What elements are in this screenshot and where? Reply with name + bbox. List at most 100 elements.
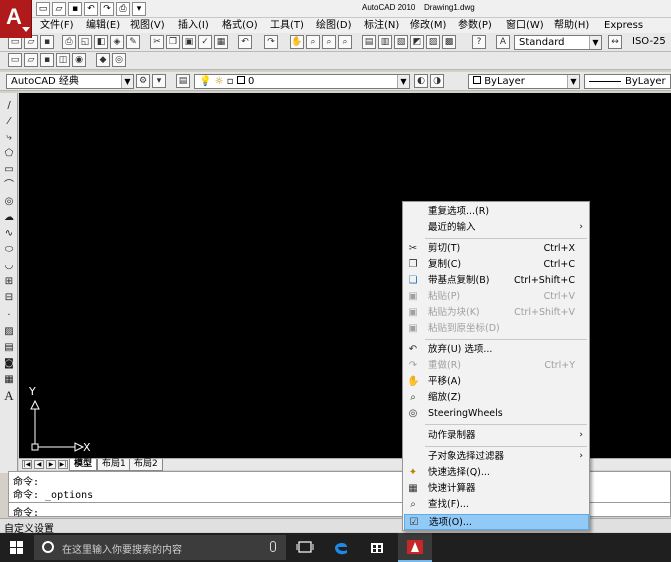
save-icon[interactable]: ▪ [68,2,82,16]
command-prompt-input[interactable]: 命令: [13,504,39,519]
ellipse-icon[interactable]: ⬭ [2,243,16,257]
ellipse-arc-icon[interactable]: ◡ [2,259,16,273]
menu-item-subobject-filter[interactable]: 子对象选择过滤器 › [404,449,589,465]
redo-icon[interactable]: ↷ [264,35,278,49]
menu-format[interactable]: 格式(O) [222,19,258,32]
match-properties-icon[interactable]: ✓ [198,35,212,49]
menu-item-paste-original-coords[interactable]: ▣ 粘贴到原坐标(D) [404,321,589,337]
circle-icon[interactable]: ◎ [2,195,16,209]
line-icon[interactable]: / [2,99,16,113]
save-as-icon[interactable]: ◫ [56,53,70,67]
dropdown-icon[interactable]: ▾ [132,2,146,16]
taskbar-autocad-button[interactable] [398,533,432,562]
construction-line-icon[interactable]: ⁄ [2,115,16,129]
first-tab-icon[interactable]: |◀ [22,460,32,469]
print-icon[interactable]: ⎙ [116,2,130,16]
menu-item-quick-select[interactable]: ✦ 快速选择(Q)... [404,465,589,481]
workspace-select[interactable]: AutoCAD 经典 ▼ [6,74,134,89]
table-icon[interactable]: ▦ [2,373,16,387]
microphone-icon[interactable] [270,541,276,552]
text-style-icon[interactable]: A [496,35,510,49]
zoom-previous-icon[interactable]: ⌕ [338,35,352,49]
3d-orbit-icon[interactable]: ◎ [112,53,126,67]
store-icon[interactable] [368,538,386,556]
tab-layout1[interactable]: 布局1 [97,459,131,471]
open-icon[interactable]: ▱ [52,2,66,16]
camera-icon[interactable]: ◉ [72,53,86,67]
tab-model[interactable]: 模型 [69,459,98,471]
sheet-set-icon[interactable]: ◩ [410,35,424,49]
menu-item-cut[interactable]: ✂ 剪切(T) Ctrl+X [404,241,589,257]
layer-properties-icon[interactable]: ▤ [176,74,190,88]
menu-item-find[interactable]: ⌕ 查找(F)... [404,497,589,513]
menu-item-steeringwheels[interactable]: ◎ SteeringWheels [404,406,589,422]
markup-icon[interactable]: ▨ [426,35,440,49]
make-current-layer-icon[interactable]: ◐ [414,74,428,88]
design-center-icon[interactable]: ▥ [378,35,392,49]
gradient-icon[interactable]: ▤ [2,341,16,355]
menu-edit[interactable]: 编辑(E) [86,19,120,32]
menu-item-recent-input[interactable]: 最近的输入 › [404,220,589,236]
3d-dwf-icon[interactable]: ◈ [110,35,124,49]
menu-parametric[interactable]: 参数(P) [458,19,492,32]
undo-icon[interactable]: ↶ [84,2,98,16]
windows-start-icon[interactable] [10,541,24,555]
new-icon[interactable]: ▭ [36,2,50,16]
help-icon[interactable]: ? [472,35,486,49]
save-icon[interactable]: ▪ [40,35,54,49]
last-tab-icon[interactable]: ▶| [58,460,68,469]
menu-express[interactable]: Express [604,19,643,32]
save-icon[interactable]: ▪ [40,53,54,67]
next-tab-icon[interactable]: ▶ [46,460,56,469]
color-select[interactable]: ByLayer ▼ [468,74,580,89]
rectangle-icon[interactable]: ▭ [2,163,16,177]
linetype-select[interactable]: ByLayer [584,74,671,89]
open-icon[interactable]: ▱ [24,53,38,67]
layer-previous-icon[interactable]: ◑ [430,74,444,88]
publish-icon[interactable]: ◧ [94,35,108,49]
properties-icon[interactable]: ▤ [362,35,376,49]
menu-item-zoom[interactable]: ⌕ 缩放(Z) [404,390,589,406]
menu-window[interactable]: 窗口(W) [506,19,544,32]
copy-icon[interactable]: ❐ [166,35,180,49]
menu-item-copy-with-base-point[interactable]: ❏ 带基点复制(B) Ctrl+Shift+C [404,273,589,289]
menu-view[interactable]: 视图(V) [130,19,165,32]
polyline-icon[interactable]: ⤷ [2,131,16,145]
text-style-select[interactable]: Standard ▼ [514,35,602,50]
menu-item-paste-as-block[interactable]: ▣ 粘贴为块(K) Ctrl+Shift+V [404,305,589,321]
hatch-icon[interactable]: ▨ [2,325,16,339]
plot-icon[interactable]: ⎙ [62,35,76,49]
quickcalc-icon[interactable]: ▩ [442,35,456,49]
application-menu-button[interactable]: A [0,0,32,38]
region-icon[interactable]: ◙ [2,357,16,371]
menu-modify[interactable]: 修改(M) [410,19,446,32]
menu-item-redo[interactable]: ↷ 重做(R) Ctrl+Y [404,358,589,374]
3d-box-icon[interactable]: ◆ [96,53,110,67]
mtext-icon[interactable]: A [2,389,16,403]
zoom-realtime-icon[interactable]: ⌕ [306,35,320,49]
menu-dimension[interactable]: 标注(N) [364,19,399,32]
layer-select[interactable]: 💡 ☼ ▫ 0 ▼ [194,74,410,89]
workspace-icon[interactable]: ▾ [152,74,166,88]
menu-help[interactable]: 帮助(H) [554,19,589,32]
gear-icon[interactable]: ⚙ [136,74,150,88]
menu-tools[interactable]: 工具(T) [270,19,304,32]
taskbar-search-input[interactable]: 在这里输入你要搜索的内容 [34,535,286,560]
point-icon[interactable]: · [2,309,16,323]
redo-icon[interactable]: ↷ [100,2,114,16]
menu-item-action-recorder[interactable]: 动作录制器 › [404,428,589,444]
edge-browser-icon[interactable] [332,538,350,556]
menu-insert[interactable]: 插入(I) [178,19,209,32]
revision-cloud-icon[interactable]: ☁ [2,211,16,225]
pan-icon[interactable]: ✋ [290,35,304,49]
cut-icon[interactable]: ✂ [150,35,164,49]
prev-tab-icon[interactable]: ◀ [34,460,44,469]
menu-item-repeat-options[interactable]: 重复选项...(R) [404,204,589,220]
menu-item-copy[interactable]: ❐ 复制(C) Ctrl+C [404,257,589,273]
insert-block-icon[interactable]: ⊞ [2,275,16,289]
menu-item-options[interactable]: ☑ 选项(O)... [404,514,589,530]
undo-icon[interactable]: ↶ [238,35,252,49]
polygon-icon[interactable]: ⬠ [2,147,16,161]
dim-style-icon[interactable]: ↔ [608,35,622,49]
menu-draw[interactable]: 绘图(D) [316,19,352,32]
